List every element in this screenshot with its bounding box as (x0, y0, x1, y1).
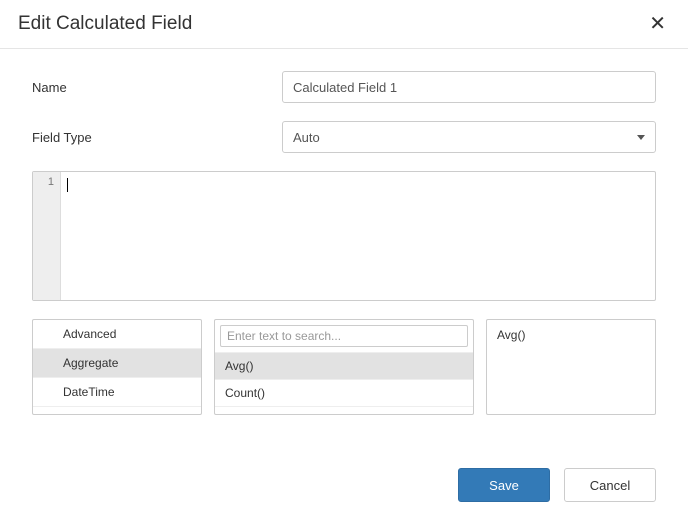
function-list-panel: Avg() Count() (214, 319, 474, 415)
function-search-input[interactable] (220, 325, 468, 347)
line-number: 1 (33, 176, 54, 188)
function-description-text: Avg() (497, 328, 645, 342)
field-type-value: Auto (293, 130, 320, 145)
close-icon[interactable]: ✕ (645, 12, 670, 36)
dialog-body: Name Field Type Auto 1 Advanced (0, 49, 688, 450)
expression-editor[interactable]: 1 (32, 171, 656, 301)
cancel-button[interactable]: Cancel (564, 468, 656, 502)
function-search-row (215, 320, 473, 353)
field-type-label: Field Type (32, 130, 282, 145)
dialog-footer: Save Cancel (0, 450, 688, 526)
editor-gutter: 1 (33, 172, 61, 300)
function-item-avg[interactable]: Avg() (215, 353, 473, 380)
function-description-panel: Avg() (486, 319, 656, 415)
category-item-advanced[interactable]: Advanced (33, 320, 201, 349)
helper-panels: Advanced Aggregate DateTime Avg() Count(… (32, 319, 656, 415)
category-list: Advanced Aggregate DateTime (32, 319, 202, 415)
editor-area[interactable] (61, 172, 655, 300)
category-item-aggregate[interactable]: Aggregate (33, 349, 201, 378)
name-input[interactable] (282, 71, 656, 103)
field-type-row: Field Type Auto (32, 121, 656, 153)
edit-calculated-field-dialog: Edit Calculated Field ✕ Name Field Type … (0, 0, 688, 526)
save-button[interactable]: Save (458, 468, 550, 502)
name-row: Name (32, 71, 656, 103)
dialog-header: Edit Calculated Field ✕ (0, 0, 688, 49)
field-type-select[interactable]: Auto (282, 121, 656, 153)
category-item-datetime[interactable]: DateTime (33, 378, 201, 407)
name-label: Name (32, 80, 282, 95)
chevron-down-icon (637, 135, 645, 140)
editor-cursor (67, 178, 68, 192)
field-type-select-wrap: Auto (282, 121, 656, 153)
function-item-count[interactable]: Count() (215, 380, 473, 407)
dialog-title: Edit Calculated Field (18, 13, 192, 35)
